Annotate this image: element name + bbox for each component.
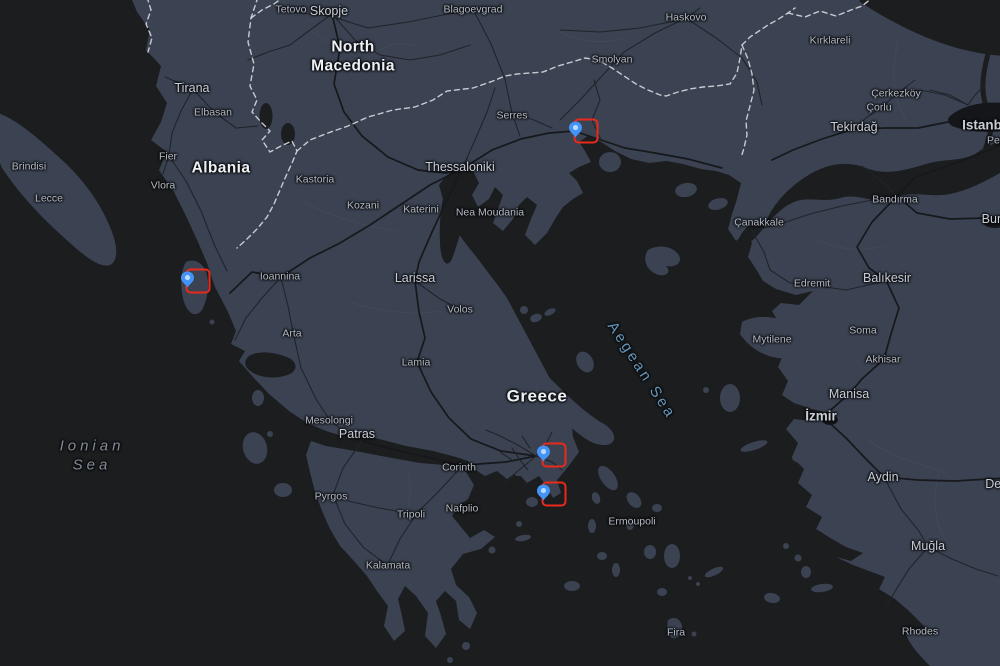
- map-pin-marker-1[interactable]: [574, 119, 599, 144]
- lake-ohrid: [260, 103, 273, 129]
- pin-icon: [179, 271, 196, 290]
- map-pin-marker-3[interactable]: [542, 443, 567, 468]
- map-pin-marker-4[interactable]: [542, 482, 567, 507]
- pin-icon: [567, 121, 584, 140]
- pin-icon: [535, 484, 552, 503]
- pin-icon: [535, 445, 552, 464]
- map-canvas[interactable]: TetovoSkopjeBlagoevgradHaskovoSmolyanKır…: [0, 0, 1000, 666]
- map-base-layer: [0, 0, 1000, 666]
- map-pin-marker-2[interactable]: [186, 269, 211, 294]
